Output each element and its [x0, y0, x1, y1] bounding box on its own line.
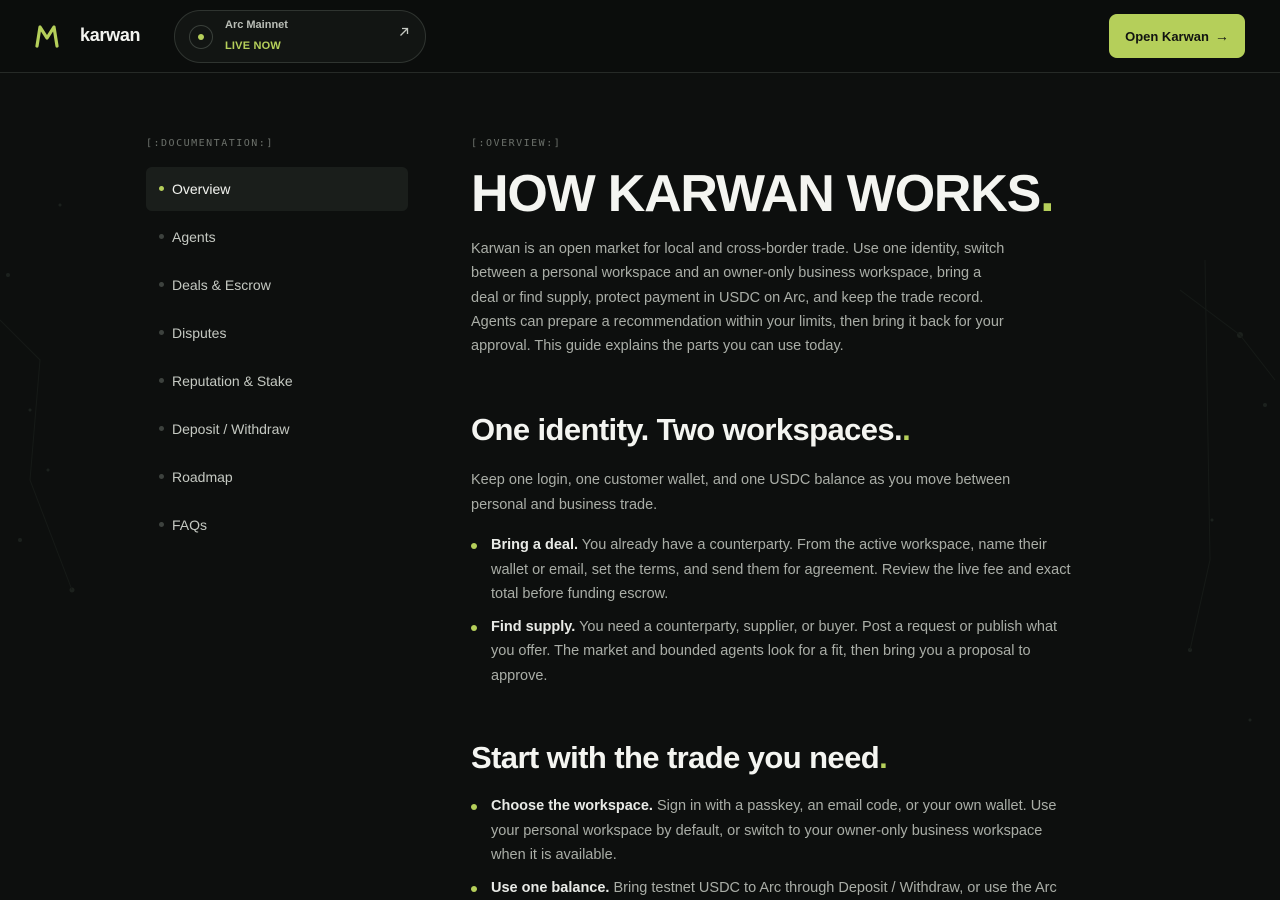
- main-content: [:OVERVIEW:] HOW KARWAN WORKS. Karwan is…: [471, 138, 1071, 900]
- bullet-dot-icon: [471, 543, 477, 550]
- title-accent-dot: .: [1040, 165, 1054, 223]
- network-live-status: LIVE NOW: [225, 40, 281, 52]
- start-bullet-list: Choose the workspace. Sign in with a pas…: [471, 794, 1071, 900]
- sidebar-item-label: Roadmap: [172, 469, 233, 485]
- list-item: Use one balance. Bring testnet USDC to A…: [471, 876, 1071, 900]
- top-header: karwan Arc Mainnet LIVE NOW Open Karwan …: [0, 0, 1280, 73]
- intro-paragraph: Karwan is an open market for local and c…: [471, 241, 1005, 355]
- karwan-logo-icon[interactable]: [28, 16, 66, 56]
- list-item: Bring a deal. You already have a counter…: [471, 533, 1071, 607]
- live-dot-icon: [198, 34, 204, 40]
- open-karwan-button[interactable]: Open Karwan →: [1109, 14, 1245, 58]
- network-status-indicator: [189, 25, 213, 49]
- heading-accent-dot: .: [879, 740, 888, 776]
- section-heading-text: One identity. Two workspaces.: [471, 412, 903, 448]
- sidebar-item-roadmap[interactable]: Roadmap: [146, 455, 408, 499]
- bullet-icon: [159, 522, 164, 527]
- sidebar-item-label: Agents: [172, 229, 216, 245]
- sidebar-item-label: Overview: [172, 181, 231, 197]
- section-heading-text: Start with the trade you need: [471, 740, 880, 776]
- sidebar-item-reputation-stake[interactable]: Reputation & Stake: [146, 359, 408, 403]
- sidebar-item-deposit-withdraw[interactable]: Deposit / Withdraw: [146, 407, 408, 451]
- sidebar-item-deals-escrow[interactable]: Deals & Escrow: [146, 263, 408, 307]
- sidebar-item-disputes[interactable]: Disputes: [146, 311, 408, 355]
- bullet-dot-icon: [471, 624, 477, 631]
- active-bullet-icon: [159, 186, 164, 191]
- list-item: Choose the workspace. Sign in with a pas…: [471, 794, 1071, 868]
- bullet-icon: [159, 474, 164, 479]
- sidebar-item-agents[interactable]: Agents: [146, 215, 408, 259]
- bullet-lead: Use one balance.: [491, 879, 610, 896]
- sidebar-item-label: Deals & Escrow: [172, 277, 271, 293]
- section-heading-start: Start with the trade you need.: [471, 740, 1071, 776]
- documentation-sidebar: [:DOCUMENTATION:] Overview Agents Deals …: [146, 138, 408, 551]
- sidebar-nav-list: Overview Agents Deals & Escrow Disputes …: [146, 167, 408, 547]
- bullet-icon: [159, 234, 164, 239]
- list-item: Find supply. You need a counterparty, su…: [471, 615, 1071, 689]
- bullet-icon: [159, 378, 164, 383]
- workspaces-paragraph: Keep one login, one customer wallet, and…: [471, 472, 1011, 513]
- sidebar-section-label: [:DOCUMENTATION:]: [146, 138, 274, 149]
- bullet-icon: [159, 426, 164, 431]
- bullet-dot-icon: [471, 804, 477, 811]
- heading-accent-dot: .: [902, 412, 911, 448]
- section-label: [:OVERVIEW:]: [471, 138, 562, 149]
- bullet-icon: [159, 282, 164, 287]
- bullet-lead: Choose the workspace.: [491, 798, 653, 815]
- arrow-right-icon: →: [1214, 28, 1229, 44]
- bullet-lead: Find supply.: [491, 618, 576, 635]
- workspaces-bullet-list: Bring a deal. You already have a counter…: [471, 533, 1071, 688]
- bullet-icon: [159, 330, 164, 335]
- network-status-pill[interactable]: Arc Mainnet LIVE NOW: [174, 10, 426, 63]
- sidebar-item-overview[interactable]: Overview: [146, 167, 408, 211]
- sidebar-item-label: FAQs: [172, 517, 208, 533]
- network-name: Arc Mainnet: [225, 19, 288, 31]
- sidebar-item-label: Deposit / Withdraw: [172, 421, 290, 437]
- bullet-text: You already have a counterparty. From th…: [491, 537, 1071, 603]
- sidebar-item-faqs[interactable]: FAQs: [146, 503, 408, 547]
- brand-name[interactable]: karwan: [80, 25, 141, 46]
- page-title-text: HOW KARWAN WORKS: [471, 165, 1041, 223]
- bullet-text: You need a counterparty, supplier, or bu…: [491, 618, 1058, 684]
- open-karwan-label: Open Karwan: [1125, 28, 1209, 44]
- page-title: HOW KARWAN WORKS.: [471, 165, 1071, 223]
- sidebar-item-label: Disputes: [172, 325, 227, 341]
- section-heading-workspaces: One identity. Two workspaces..: [471, 412, 1071, 448]
- sidebar-item-label: Reputation & Stake: [172, 373, 293, 389]
- bullet-lead: Bring a deal.: [491, 537, 579, 554]
- bullet-dot-icon: [471, 885, 477, 892]
- external-link-arrow-icon: [400, 27, 409, 36]
